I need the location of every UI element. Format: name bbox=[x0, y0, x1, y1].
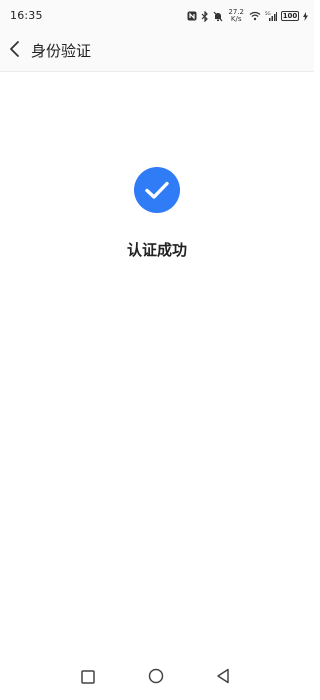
check-circle-icon bbox=[134, 167, 180, 213]
chevron-left-icon[interactable] bbox=[9, 40, 21, 62]
bluetooth-icon bbox=[201, 10, 209, 22]
page-title: 身份验证 bbox=[31, 42, 92, 60]
wifi-icon bbox=[249, 11, 261, 21]
system-nav-bar bbox=[0, 655, 314, 700]
charging-icon bbox=[303, 11, 308, 21]
mute-icon bbox=[213, 11, 223, 22]
recent-apps-button[interactable] bbox=[78, 668, 98, 688]
square-icon[interactable] bbox=[81, 669, 95, 688]
home-button[interactable] bbox=[146, 668, 166, 688]
net-speed: 27.2 K/s bbox=[228, 9, 244, 23]
circle-icon[interactable] bbox=[148, 668, 164, 688]
triangle-back-icon[interactable] bbox=[216, 668, 230, 688]
status-time: 16:35 bbox=[10, 9, 43, 22]
svg-text:5G: 5G bbox=[265, 11, 271, 16]
back-button[interactable] bbox=[2, 36, 28, 66]
net-speed-unit: K/s bbox=[230, 15, 242, 23]
result-text: 认证成功 bbox=[126, 241, 187, 259]
status-icons: 27.2 K/s 5G 100 bbox=[187, 8, 308, 24]
system-back-button[interactable] bbox=[213, 668, 233, 688]
battery-icon: 100 bbox=[281, 11, 299, 21]
nav-header: 身份验证 bbox=[0, 32, 314, 72]
main-content: 认证成功 bbox=[0, 72, 314, 655]
signal-icon: 5G bbox=[265, 11, 277, 21]
status-bar: 16:35 27.2 K/s 5G 100 bbox=[0, 0, 314, 32]
nfc-icon bbox=[187, 11, 197, 21]
